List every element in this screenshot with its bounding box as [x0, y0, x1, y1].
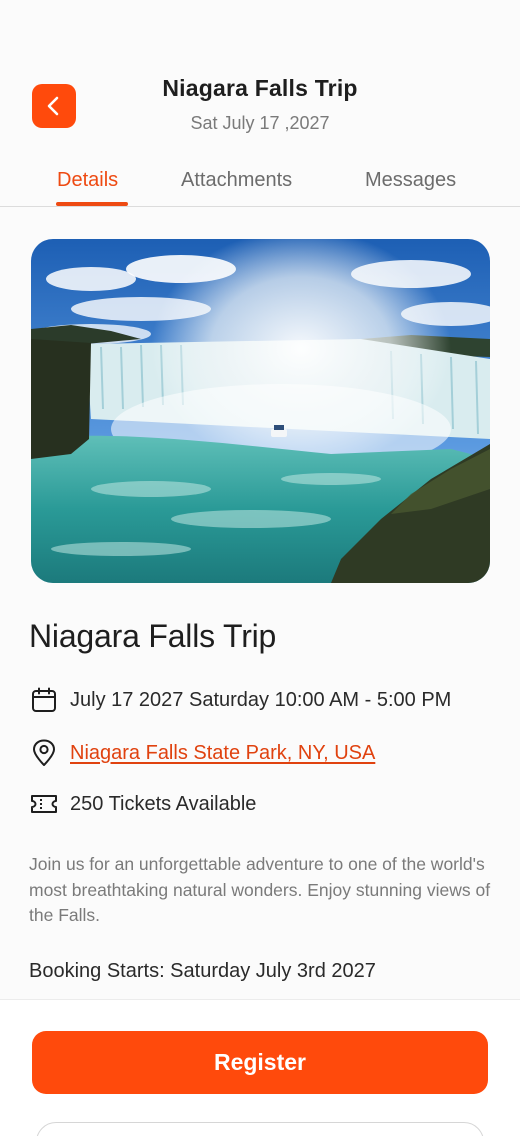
event-tickets: 250 Tickets Available [70, 792, 257, 815]
page-subtitle-date: Sat July 17 ,2027 [190, 113, 330, 133]
page-title: Niagara Falls Trip [162, 75, 358, 101]
active-tab-indicator [56, 202, 128, 206]
register-button[interactable]: Register [32, 1031, 488, 1094]
event-datetime: July 17 2027 Saturday 10:00 AM - 5:00 PM [70, 688, 452, 711]
tab-attachments[interactable]: Attachments [181, 169, 292, 192]
tab-bar: Details Attachments Messages [0, 160, 520, 207]
event-description: Join us for an unforgettable adventure t… [29, 854, 491, 925]
ticket-icon [30, 790, 58, 818]
event-hero-image [31, 239, 490, 583]
tab-details[interactable]: Details [57, 169, 118, 192]
event-title: Niagara Falls Trip [29, 618, 277, 654]
tab-messages[interactable]: Messages [365, 169, 456, 192]
event-details-screen: Niagara Falls Trip Sat July 17 ,2027 Det… [0, 0, 520, 1136]
event-location-row[interactable]: Niagara Falls State Park, NY, USA [30, 739, 375, 767]
location-pin-icon [30, 739, 58, 767]
event-tickets-row: 250 Tickets Available [30, 790, 256, 818]
event-datetime-row: July 17 2027 Saturday 10:00 AM - 5:00 PM [30, 686, 451, 714]
bottom-sheet-edge [36, 1122, 484, 1136]
booking-start-text: Booking Starts: Saturday July 3rd 2027 [29, 960, 376, 982]
event-location-link[interactable]: Niagara Falls State Park, NY, USA [70, 742, 375, 765]
calendar-icon [30, 686, 58, 714]
